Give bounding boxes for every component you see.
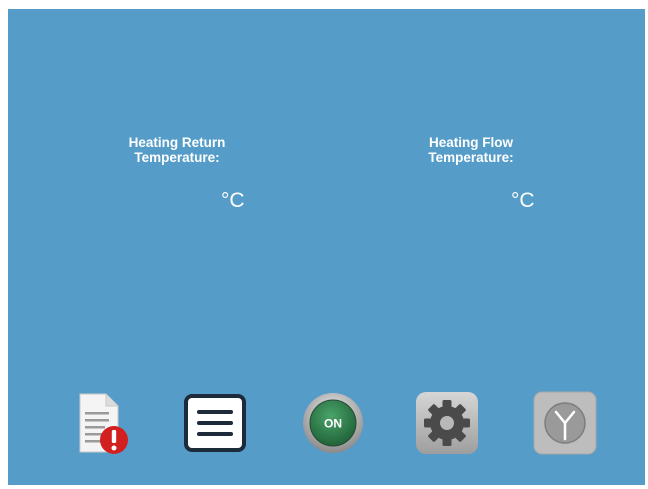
- gear-icon: [416, 392, 478, 454]
- heating-return-label-line2: Temperature:: [134, 150, 220, 165]
- heating-flow-value: °C: [511, 189, 535, 213]
- settings-button[interactable]: [414, 390, 480, 456]
- power-on-icon: ON: [303, 393, 363, 453]
- heating-return-value: °C: [221, 189, 245, 213]
- main-screen: Heating Return Temperature: °C Heating F…: [8, 9, 645, 485]
- heating-return-unit: °C: [221, 189, 245, 212]
- heating-return-reading: Heating Return Temperature: °C: [97, 135, 257, 215]
- clock-button[interactable]: [532, 390, 598, 456]
- heating-return-label-line1: Heating Return: [128, 135, 226, 150]
- heating-return-label: Heating Return Temperature:: [97, 135, 257, 165]
- heating-flow-reading: Heating Flow Temperature: °C: [391, 135, 551, 215]
- heating-flow-label: Heating Flow Temperature:: [391, 135, 551, 165]
- power-label: ON: [324, 417, 342, 431]
- heating-flow-label-line2: Temperature:: [428, 150, 514, 165]
- clock-icon: [533, 391, 597, 455]
- heating-flow-unit: °C: [511, 189, 535, 212]
- heating-flow-label-line1: Heating Flow: [429, 135, 513, 150]
- document-alert-icon: [79, 393, 128, 454]
- menu-list-icon: [184, 394, 246, 452]
- menu-button[interactable]: [182, 390, 248, 456]
- events-log-button[interactable]: [70, 390, 136, 456]
- power-on-button[interactable]: ON: [300, 390, 366, 456]
